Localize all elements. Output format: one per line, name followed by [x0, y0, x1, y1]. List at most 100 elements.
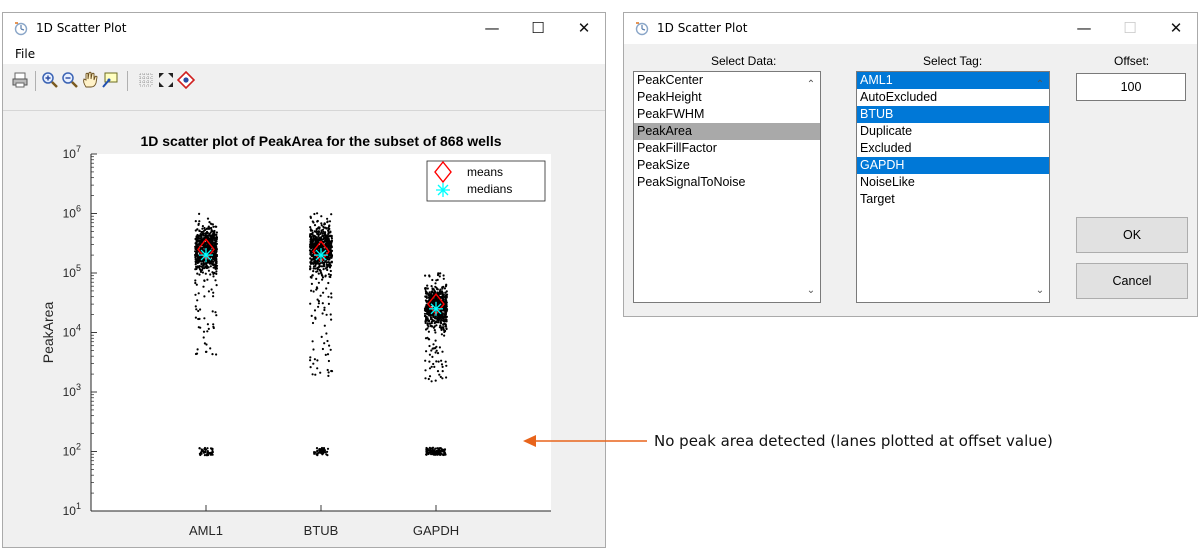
scroll-up-icon[interactable]: ⌃ — [804, 78, 818, 92]
data-point — [430, 349, 433, 352]
data-point — [215, 314, 218, 317]
data-point — [317, 281, 320, 284]
y-tick-label: 102 — [63, 442, 81, 459]
minimize-button[interactable]: — — [1061, 13, 1107, 44]
data-point — [207, 327, 210, 330]
data-point — [439, 316, 442, 319]
data-point — [199, 237, 202, 240]
offset-point — [201, 449, 204, 452]
y-tick-label: 107 — [63, 144, 81, 161]
toolbar-separator — [35, 71, 36, 91]
scroll-down-icon[interactable]: ⌄ — [1033, 284, 1047, 298]
data-point — [317, 305, 320, 308]
select-data-item[interactable]: PeakSignalToNoise — [634, 174, 820, 191]
select-tag-item[interactable]: AML1 — [857, 72, 1049, 89]
data-point — [201, 239, 204, 242]
offset-input[interactable]: 100 — [1076, 73, 1186, 101]
data-point — [424, 359, 427, 362]
data-point — [313, 257, 316, 260]
data-point — [197, 317, 200, 321]
data-point — [329, 313, 332, 316]
data-point — [445, 364, 448, 367]
x-tick-label: GAPDH — [413, 523, 459, 538]
pan-icon[interactable] — [81, 71, 99, 89]
data-point — [195, 235, 198, 238]
data-point — [212, 323, 215, 326]
select-data-listbox[interactable]: PeakCenter PeakHeight PeakFWHM PeakArea Peak… — [633, 71, 821, 303]
data-point — [434, 331, 437, 334]
select-tag-item[interactable]: Excluded — [857, 140, 1049, 157]
data-point — [435, 317, 438, 320]
scatter-chart: 107 106 105 104 103 102 101 AML1 BTUB GAPDH 1D sca… — [40, 133, 551, 538]
ok-button[interactable]: OK — [1076, 217, 1188, 253]
select-tag-item[interactable]: BTUB — [857, 106, 1049, 123]
data-point — [201, 227, 204, 230]
data-point — [434, 379, 437, 382]
data-point — [194, 293, 197, 296]
data-point — [310, 289, 313, 292]
zoom-in-icon[interactable] — [41, 71, 59, 89]
minimize-button[interactable]: — — [469, 13, 515, 44]
cancel-button[interactable]: Cancel — [1076, 263, 1188, 299]
scroll-up-icon[interactable]: ⌃ — [1033, 78, 1047, 92]
offset-point — [203, 454, 206, 457]
select-data-item[interactable]: PeakArea — [634, 123, 820, 140]
zoom-out-icon[interactable] — [61, 71, 79, 89]
maximize-button[interactable]: ☐ — [515, 13, 561, 44]
data-point — [196, 299, 199, 302]
offset-point — [439, 453, 442, 456]
plot-window-title: 1D Scatter Plot — [36, 21, 127, 35]
data-point — [203, 317, 206, 320]
data-point — [313, 224, 317, 227]
data-point — [203, 226, 206, 230]
grid-icon[interactable] — [137, 71, 155, 89]
data-point — [196, 272, 199, 275]
offset-point — [325, 453, 328, 456]
data-cursor-icon[interactable] — [101, 71, 119, 89]
scroll-down-icon[interactable]: ⌄ — [804, 284, 818, 298]
select-data-item[interactable]: PeakFWHM — [634, 106, 820, 123]
print-icon[interactable] — [11, 71, 29, 89]
data-point — [208, 221, 211, 224]
select-data-item[interactable]: PeakHeight — [634, 89, 820, 106]
offset-point — [205, 454, 209, 457]
data-point — [327, 261, 330, 264]
select-tag-item[interactable]: AutoExcluded — [857, 89, 1049, 106]
marker-icon[interactable] — [177, 71, 195, 89]
offset-point — [326, 447, 330, 450]
data-point — [201, 271, 204, 274]
data-point — [320, 273, 323, 277]
menu-file[interactable]: File — [15, 47, 35, 61]
data-point — [211, 256, 214, 259]
data-point — [441, 316, 444, 319]
select-tag-listbox[interactable]: AML1 AutoExcluded BTUB Duplicate Excluded GAP… — [856, 71, 1050, 303]
data-point — [312, 348, 315, 351]
data-point — [436, 291, 439, 294]
data-point — [428, 353, 431, 356]
data-point — [326, 339, 329, 343]
data-point — [194, 256, 197, 259]
select-data-item[interactable]: PeakSize — [634, 157, 820, 174]
data-point — [436, 273, 440, 277]
close-button[interactable]: ✕ — [1153, 13, 1198, 44]
close-button[interactable]: ✕ — [561, 13, 607, 44]
select-data-item[interactable]: PeakCenter — [634, 72, 820, 89]
data-point — [433, 300, 436, 303]
data-point — [202, 263, 206, 266]
data-point — [311, 321, 315, 325]
offset-point — [435, 450, 438, 453]
select-tag-item[interactable]: Duplicate — [857, 123, 1049, 140]
data-point — [330, 369, 333, 373]
data-point — [325, 287, 328, 290]
select-tag-item[interactable]: GAPDH — [857, 157, 1049, 174]
median-marker — [429, 301, 443, 316]
data-point — [427, 338, 430, 341]
select-data-item[interactable]: PeakFillFactor — [634, 140, 820, 157]
data-point — [209, 347, 212, 350]
data-point — [327, 226, 330, 229]
select-tag-item[interactable]: NoiseLike — [857, 174, 1049, 191]
y-tick-label: 105 — [63, 263, 81, 280]
offset-point — [431, 451, 434, 454]
select-tag-item[interactable]: Target — [857, 191, 1049, 208]
fit-icon[interactable] — [157, 71, 175, 89]
